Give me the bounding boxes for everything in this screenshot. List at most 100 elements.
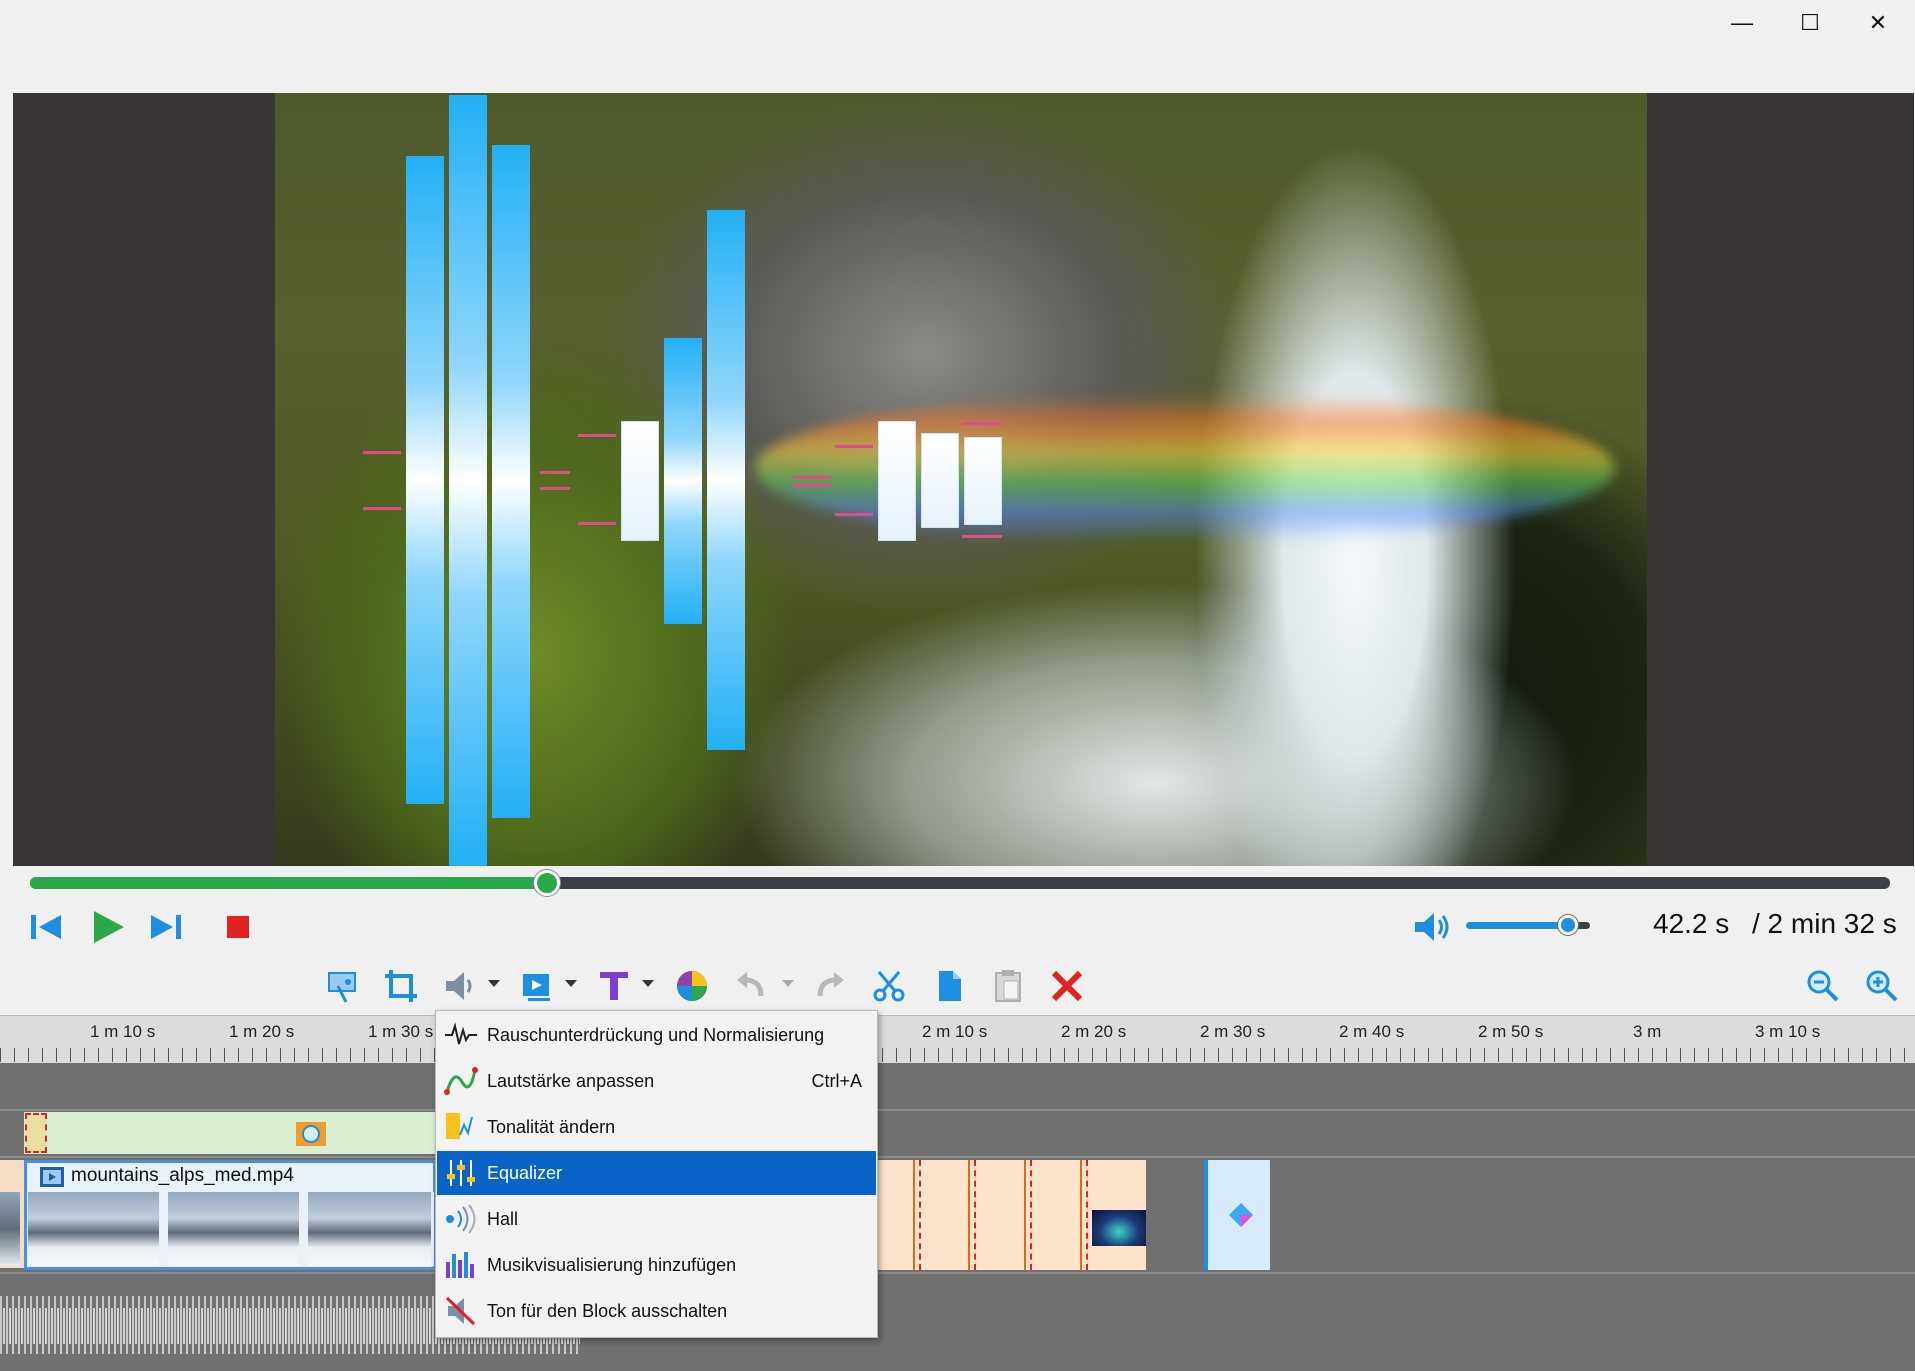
delete-x-icon bbox=[1051, 970, 1083, 1002]
zoom-out-button[interactable] bbox=[1803, 966, 1843, 1006]
zoom-in-button[interactable] bbox=[1862, 966, 1902, 1006]
visualizer-bar bbox=[707, 210, 745, 750]
ruler-label: 2 m 50 s bbox=[1478, 1022, 1544, 1041]
clip-thumbnail bbox=[28, 1192, 162, 1266]
ruler-label: 3 m bbox=[1633, 1022, 1662, 1041]
close-window-button[interactable]: ✕ bbox=[1844, 0, 1912, 46]
menu-item-noise-reduction[interactable]: Rauschunterdrückung und Normalisierung bbox=[437, 1013, 876, 1057]
visualizer-bar bbox=[492, 145, 530, 818]
track-divider bbox=[0, 1109, 1915, 1111]
chevron-down-icon[interactable] bbox=[782, 980, 794, 987]
previous-frame-button[interactable] bbox=[26, 905, 66, 949]
audio-icon bbox=[446, 972, 472, 1000]
menu-item-change-pitch[interactable]: Tonalität ändern bbox=[437, 1105, 876, 1149]
cut-button[interactable] bbox=[869, 966, 909, 1006]
crop-button[interactable] bbox=[381, 966, 421, 1006]
visualizer-peak bbox=[578, 434, 616, 437]
volume-handle[interactable] bbox=[1557, 915, 1578, 935]
volume-curve-icon bbox=[441, 1061, 481, 1101]
ruler-ticks bbox=[0, 1048, 1915, 1062]
visualizer-peak bbox=[835, 445, 873, 448]
video-clip-name: mountains_alps_med.mp4 bbox=[71, 1165, 294, 1186]
reverb-icon bbox=[441, 1199, 481, 1239]
wand-icon bbox=[328, 972, 356, 1003]
play-button[interactable] bbox=[86, 905, 130, 949]
copy-icon bbox=[939, 971, 961, 1001]
stop-button[interactable] bbox=[220, 905, 256, 949]
visualizer-peak bbox=[363, 507, 401, 510]
delete-button[interactable] bbox=[1047, 966, 1087, 1006]
volume-button[interactable] bbox=[1410, 905, 1454, 949]
current-time: 42.2 s bbox=[1653, 908, 1730, 939]
redo-button[interactable] bbox=[810, 966, 850, 1006]
minimize-icon: — bbox=[1731, 10, 1753, 35]
track-divider bbox=[0, 1156, 1915, 1158]
zoom-in-icon bbox=[1866, 970, 1898, 1002]
visualizer-peak bbox=[363, 451, 401, 454]
maximize-button[interactable]: ☐ bbox=[1776, 0, 1844, 46]
visualizer-peak bbox=[962, 535, 1002, 538]
effect-clip-start-marker bbox=[25, 1113, 47, 1153]
waveform-icon bbox=[441, 1015, 481, 1055]
visualizer-bar bbox=[964, 437, 1002, 525]
next-frame-button[interactable] bbox=[146, 905, 186, 949]
visualizer-peak bbox=[540, 471, 570, 474]
undo-button[interactable] bbox=[731, 966, 771, 1006]
ruler-label: 1 m 30 s bbox=[368, 1022, 434, 1041]
scissors-icon bbox=[873, 971, 905, 1002]
minimize-button[interactable]: — bbox=[1708, 0, 1776, 46]
transition-marker bbox=[1080, 1160, 1088, 1270]
ruler-label: 3 m 10 s bbox=[1755, 1022, 1821, 1041]
text-button[interactable] bbox=[594, 966, 634, 1006]
menu-item-music-visualization[interactable]: Musikvisualisierung hinzufügen bbox=[437, 1243, 876, 1287]
menu-item-adjust-volume[interactable]: Lautstärke anpassen Ctrl+A bbox=[437, 1059, 876, 1103]
seek-handle[interactable] bbox=[534, 870, 561, 896]
ruler-label: 1 m 20 s bbox=[229, 1022, 295, 1041]
pitch-icon bbox=[441, 1107, 481, 1147]
visualizer-bar bbox=[921, 433, 959, 528]
menu-item-equalizer[interactable]: Equalizer bbox=[437, 1151, 876, 1195]
ruler-label: 2 m 40 s bbox=[1339, 1022, 1405, 1041]
visualizer-icon bbox=[441, 1245, 481, 1285]
undo-icon bbox=[737, 972, 764, 997]
copy-button[interactable] bbox=[929, 966, 969, 1006]
audio-menu-button[interactable] bbox=[440, 966, 480, 1006]
visualizer-bar bbox=[878, 421, 916, 541]
track-divider bbox=[0, 1272, 1915, 1274]
properties-button[interactable] bbox=[322, 966, 362, 1006]
paste-button[interactable] bbox=[988, 966, 1028, 1006]
effect-clip[interactable] bbox=[24, 1112, 436, 1154]
total-time: / 2 min 32 s bbox=[1752, 908, 1897, 939]
visualizer-peak bbox=[578, 522, 616, 525]
redo-icon bbox=[817, 972, 844, 997]
visualizer-bar bbox=[406, 156, 444, 804]
volume-slider[interactable] bbox=[1466, 922, 1568, 929]
image-effect-icon bbox=[295, 1120, 327, 1148]
step-back-icon bbox=[31, 915, 61, 939]
visualizer-peak bbox=[540, 487, 570, 490]
diamond-icon bbox=[1228, 1202, 1254, 1228]
ruler-label: 2 m 30 s bbox=[1200, 1022, 1266, 1041]
ruler-label: 2 m 20 s bbox=[1061, 1022, 1127, 1041]
color-button[interactable] bbox=[672, 966, 712, 1006]
clip-thumbnail bbox=[0, 1192, 20, 1266]
visualizer-peak bbox=[793, 476, 831, 479]
step-forward-icon bbox=[151, 915, 181, 939]
chevron-down-icon[interactable] bbox=[565, 980, 577, 987]
text-icon bbox=[600, 972, 628, 1000]
clip-thumbnail bbox=[308, 1192, 434, 1266]
menu-item-mute-block[interactable]: Ton für den Block ausschalten bbox=[437, 1289, 876, 1333]
aurora-thumbnail bbox=[1092, 1210, 1146, 1246]
chevron-down-icon[interactable] bbox=[488, 980, 500, 987]
play-icon bbox=[94, 911, 124, 943]
zoom-out-icon bbox=[1807, 970, 1839, 1002]
seek-progress bbox=[30, 877, 548, 889]
transition-marker bbox=[913, 1160, 921, 1270]
visualizer-bar bbox=[621, 421, 659, 541]
transition-button[interactable] bbox=[518, 966, 558, 1006]
visualizer-peak bbox=[835, 513, 873, 516]
mute-icon bbox=[441, 1291, 481, 1331]
chevron-down-icon[interactable] bbox=[642, 980, 654, 987]
stop-icon bbox=[227, 916, 249, 938]
menu-item-reverb[interactable]: Hall bbox=[437, 1197, 876, 1241]
